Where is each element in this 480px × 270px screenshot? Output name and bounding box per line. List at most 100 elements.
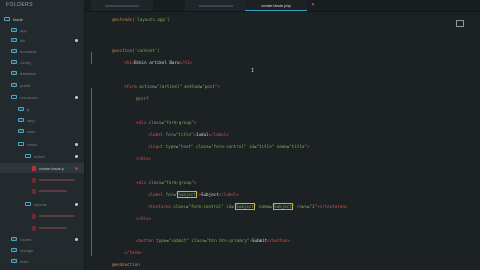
code-line[interactable]: <label for="title">Judul</label>: [148, 131, 229, 138]
file-icon: [32, 177, 36, 183]
code-token: Subject: [201, 192, 219, 197]
sidebar-item[interactable]: blade: [0, 14, 84, 24]
code-token: "form-group": [163, 180, 195, 185]
code-token: </h1>: [179, 60, 193, 65]
folder-open-icon: [25, 202, 31, 206]
sidebar-item[interactable]: views: [0, 139, 84, 149]
code-token: 'content': [134, 48, 158, 53]
sidebar-item[interactable]: routes: [0, 234, 84, 244]
folder-icon: [18, 118, 24, 122]
code-line[interactable]: <h1>Bikin artikel Baru</h1>: [124, 59, 192, 66]
sidebar-item[interactable]: layouts: [0, 199, 84, 209]
code-token: >: [194, 120, 197, 125]
folder-icon: [11, 28, 17, 32]
code-token: "text": [178, 144, 196, 149]
file-icon: [32, 165, 36, 171]
code-token: rows: [296, 204, 307, 209]
sidebar-item-label: create.blade.p: [39, 165, 65, 171]
code-token: "form-group": [163, 120, 195, 125]
close-icon[interactable]: ×: [309, 0, 317, 11]
code-line[interactable]: @section('content'): [112, 47, 160, 54]
code-line[interactable]: </div>: [136, 215, 151, 222]
code-line[interactable]: <div class="form-group">: [136, 179, 197, 186]
code-token: name: [259, 204, 270, 209]
code-editor[interactable]: @extends('layouts.app') @section('content…: [85, 12, 480, 270]
code-token: type: [165, 144, 176, 149]
sidebar-item[interactable]: bootstrap: [0, 46, 84, 56]
tab-active[interactable]: create.blade.php: [245, 0, 307, 11]
code-line[interactable]: </form>: [124, 249, 142, 256]
sidebar-item-placeholder: [39, 215, 75, 217]
code-token: Bikin artikel Baru: [134, 60, 180, 65]
code-token: </form>: [124, 250, 142, 255]
tab-label-placeholder: [105, 4, 139, 7]
sidebar-item[interactable]: lang: [0, 115, 84, 125]
tab[interactable]: [185, 0, 247, 11]
code-token: "/artikel": [156, 84, 185, 89]
code-token: "form-control": [188, 204, 227, 209]
code-line[interactable]: <form action="/artikel" method="post">: [124, 83, 220, 90]
folder-tree: blade app bin bootstrap config database public…: [0, 11, 84, 270]
code-token: Judul: [195, 132, 209, 137]
sidebar-item[interactable]: [0, 223, 84, 233]
code-token: "3": [309, 204, 318, 209]
sidebar-item[interactable]: js: [0, 104, 84, 114]
sidebar-item-label: storage: [20, 247, 34, 253]
code-token: <h1>: [124, 60, 135, 65]
code-token: @csrf: [136, 96, 149, 101]
gutter-bar: [91, 88, 92, 256]
sidebar-item-placeholder: [39, 190, 67, 192]
sidebar-item[interactable]: sass: [0, 126, 84, 136]
code-token: action: [139, 84, 155, 89]
sidebar-item[interactable]: [0, 211, 84, 221]
code-token: >: [194, 180, 197, 185]
sidebar-item[interactable]: public: [0, 80, 84, 90]
sidebar-item-label: js: [27, 106, 30, 112]
code-token: <label: [148, 132, 166, 137]
code-line[interactable]: @csrf: [136, 95, 149, 102]
modified-dot-icon: [75, 237, 78, 241]
folder-icon: [11, 248, 17, 252]
sidebar-item[interactable]: app: [0, 25, 84, 35]
folder-icon: [11, 71, 17, 75]
code-token: Submit: [252, 238, 268, 243]
sidebar-item[interactable]: [0, 186, 84, 196]
code-line[interactable]: @endsection: [112, 261, 140, 268]
sidebar-item-placeholder: [39, 179, 75, 181]
selection-match: Subject: [177, 191, 197, 198]
sidebar-item[interactable]: create.blade.p: [0, 163, 84, 173]
sidebar-item-label: public: [20, 82, 31, 88]
code-token: "post": [202, 84, 218, 89]
code-line[interactable]: <div class="form-group">: [136, 119, 197, 126]
code-token: </label>: [208, 132, 229, 137]
sidebar: FOLDERS blade app bin bootstrap config databa…: [0, 0, 85, 270]
code-token: ): [157, 48, 160, 53]
code-line[interactable]: <button type="submit" class="btn btn-pri…: [136, 237, 290, 244]
sidebar-item[interactable]: config: [0, 57, 84, 67]
sidebar-item[interactable]: storage: [0, 245, 84, 255]
modified-dot-icon: [75, 142, 78, 146]
code-line[interactable]: <input type="text" class="form-control" …: [148, 143, 309, 150]
sidebar-item[interactable]: [0, 175, 84, 185]
sidebar-item[interactable]: bin: [0, 35, 84, 45]
sidebar-item-label: routes: [20, 236, 32, 242]
code-token: <form: [124, 84, 140, 89]
text-cursor-icon: I: [251, 68, 255, 74]
tab[interactable]: [91, 0, 153, 11]
code-token: </div>: [136, 216, 152, 221]
code-token: 'layouts.app': [134, 17, 168, 22]
code-line[interactable]: <textarea class="form-control" id="Subje…: [148, 203, 347, 210]
sidebar-item[interactable]: artikel: [0, 151, 84, 161]
code-token: <div: [136, 120, 149, 125]
code-line[interactable]: <label for="Subject">Subject</label>: [148, 191, 239, 198]
code-line[interactable]: </div>: [136, 155, 151, 162]
code-line[interactable]: @extends('layouts.app'): [112, 16, 170, 23]
sidebar-item[interactable]: tests: [0, 256, 84, 266]
folder-icon: [11, 259, 17, 263]
code-token: <label: [148, 192, 166, 197]
sidebar-item[interactable]: resources: [0, 92, 84, 102]
code-token: class: [191, 238, 205, 243]
sidebar-item[interactable]: database: [0, 68, 84, 78]
sidebar-item-label: blade: [13, 16, 23, 22]
modified-dot-icon: [75, 154, 78, 158]
